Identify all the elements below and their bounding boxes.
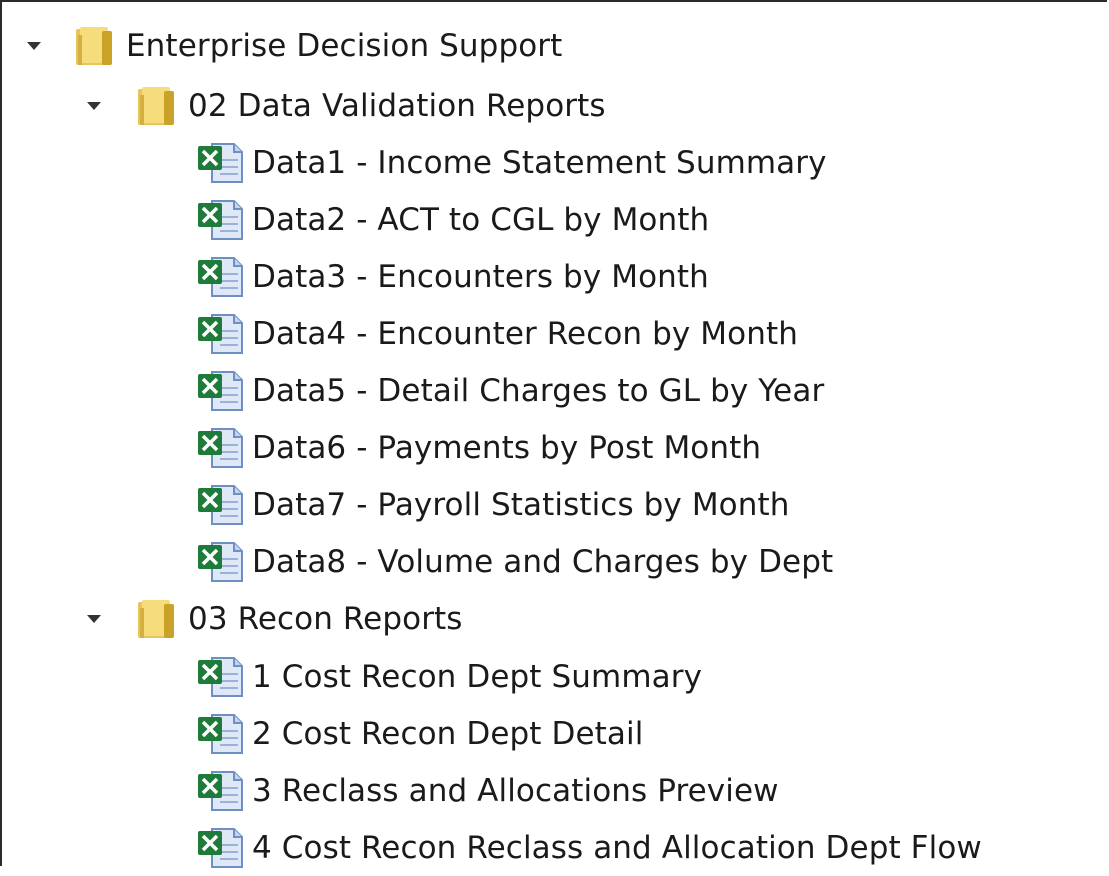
tree-node-folder-data-validation[interactable]: 02 Data Validation Reports xyxy=(82,78,606,134)
tree-node-label: 3 Reclass and Allocations Preview xyxy=(252,773,779,809)
excel-file-icon xyxy=(194,254,246,300)
collapse-arrow-icon[interactable] xyxy=(82,94,106,118)
tree-node-file[interactable]: 3 Reclass and Allocations Preview xyxy=(194,763,779,819)
folder-icon xyxy=(72,25,116,67)
tree-node-label: Data1 - Income Statement Summary xyxy=(252,145,827,181)
tree-node-label: 2 Cost Recon Dept Detail xyxy=(252,716,644,752)
collapse-arrow-icon[interactable] xyxy=(22,34,46,58)
excel-file-icon xyxy=(194,140,246,186)
folder-icon xyxy=(134,598,178,640)
excel-file-icon xyxy=(194,539,246,585)
tree-node-folder-recon-reports[interactable]: 03 Recon Reports xyxy=(82,591,463,647)
tree-node-label: 03 Recon Reports xyxy=(188,601,463,637)
excel-file-icon xyxy=(194,368,246,414)
tree-node-file[interactable]: Data4 - Encounter Recon by Month xyxy=(194,306,798,362)
excel-file-icon xyxy=(194,825,246,871)
tree-node-file[interactable]: Data5 - Detail Charges to GL by Year xyxy=(194,363,824,419)
excel-file-icon xyxy=(194,197,246,243)
tree-node-file[interactable]: Data3 - Encounters by Month xyxy=(194,249,709,305)
tree-node-root[interactable]: Enterprise Decision Support xyxy=(22,18,562,74)
tree-node-label: Data4 - Encounter Recon by Month xyxy=(252,316,798,352)
tree-node-label: 02 Data Validation Reports xyxy=(188,88,606,124)
excel-file-icon xyxy=(194,482,246,528)
tree-node-label: Data8 - Volume and Charges by Dept xyxy=(252,544,834,580)
tree-node-file[interactable]: 2 Cost Recon Dept Detail xyxy=(194,706,643,762)
excel-file-icon xyxy=(194,711,246,757)
tree-node-file[interactable]: Data7 - Payroll Statistics by Month xyxy=(194,477,790,533)
tree-node-file[interactable]: Data1 - Income Statement Summary xyxy=(194,135,827,191)
folder-icon xyxy=(134,85,178,127)
tree-node-label: Data3 - Encounters by Month xyxy=(252,259,709,295)
tree-node-file[interactable]: Data2 - ACT to CGL by Month xyxy=(194,192,709,248)
tree-node-label: Data6 - Payments by Post Month xyxy=(252,430,762,466)
tree-node-label: Enterprise Decision Support xyxy=(126,28,563,64)
excel-file-icon xyxy=(194,768,246,814)
tree-node-label: Data7 - Payroll Statistics by Month xyxy=(252,487,790,523)
excel-file-icon xyxy=(194,654,246,700)
tree-node-label: Data2 - ACT to CGL by Month xyxy=(252,202,710,238)
tree-node-file[interactable]: Data6 - Payments by Post Month xyxy=(194,420,761,476)
tree-node-label: Data5 - Detail Charges to GL by Year xyxy=(252,373,825,409)
tree-node-file[interactable]: 1 Cost Recon Dept Summary xyxy=(194,649,702,705)
tree-node-file[interactable]: Data8 - Volume and Charges by Dept xyxy=(194,534,833,590)
excel-file-icon xyxy=(194,425,246,471)
collapse-arrow-icon[interactable] xyxy=(82,607,106,631)
excel-file-icon xyxy=(194,311,246,357)
tree-node-label: 1 Cost Recon Dept Summary xyxy=(252,659,703,695)
